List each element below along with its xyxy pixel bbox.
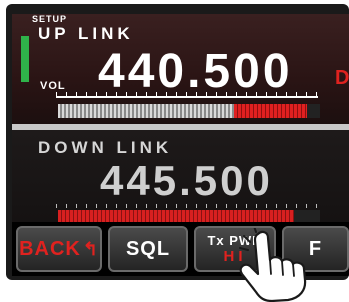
return-arrow-icon: ↰ — [82, 238, 99, 259]
volume-bar-level — [58, 104, 234, 118]
back-label: BACK — [19, 237, 81, 260]
pointing-hand-icon — [239, 228, 307, 302]
uplink-frequency: 440.500 — [98, 45, 293, 98]
s-meter-bar — [58, 210, 320, 222]
s-meter-scale — [56, 204, 318, 208]
uplink-panel[interactable]: SETUP UP LINK VOL 440.500 DI — [12, 14, 349, 124]
sql-button[interactable]: SQL — [108, 226, 188, 272]
downlink-label: DOWN LINK — [38, 138, 173, 157]
sql-label: SQL — [125, 237, 171, 260]
s-meter-level — [58, 210, 294, 222]
vol-label: VOL — [40, 80, 66, 92]
uplink-side-tag: DI — [335, 67, 349, 89]
volume-bar-remainder — [233, 104, 308, 118]
setup-tag: SETUP — [32, 14, 68, 24]
volume-bar[interactable] — [58, 104, 320, 118]
downlink-frequency: 445.500 — [100, 157, 273, 204]
downlink-panel[interactable]: DOWN LINK 445.500 — [12, 130, 349, 222]
volume-scale — [56, 92, 318, 98]
back-button[interactable]: BACK ↰ — [16, 226, 102, 272]
active-band-indicator — [21, 36, 29, 82]
uplink-label: UP LINK — [38, 24, 134, 43]
